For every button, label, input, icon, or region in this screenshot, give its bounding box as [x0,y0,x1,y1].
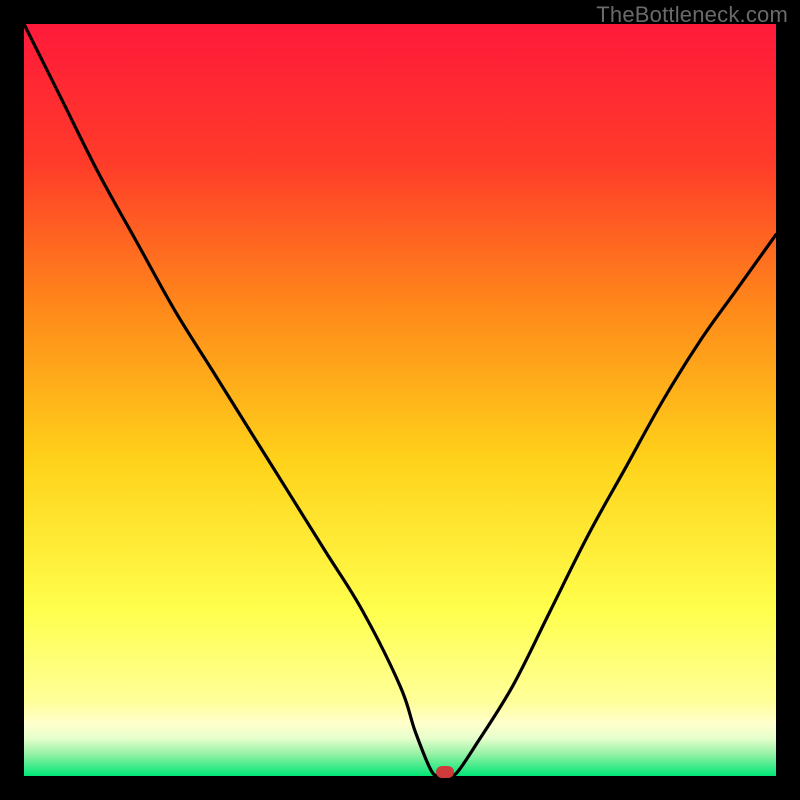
watermark-label: TheBottleneck.com [596,2,788,28]
chart-stage: TheBottleneck.com [0,0,800,800]
plot-area [24,24,776,776]
plot-svg [24,24,776,776]
